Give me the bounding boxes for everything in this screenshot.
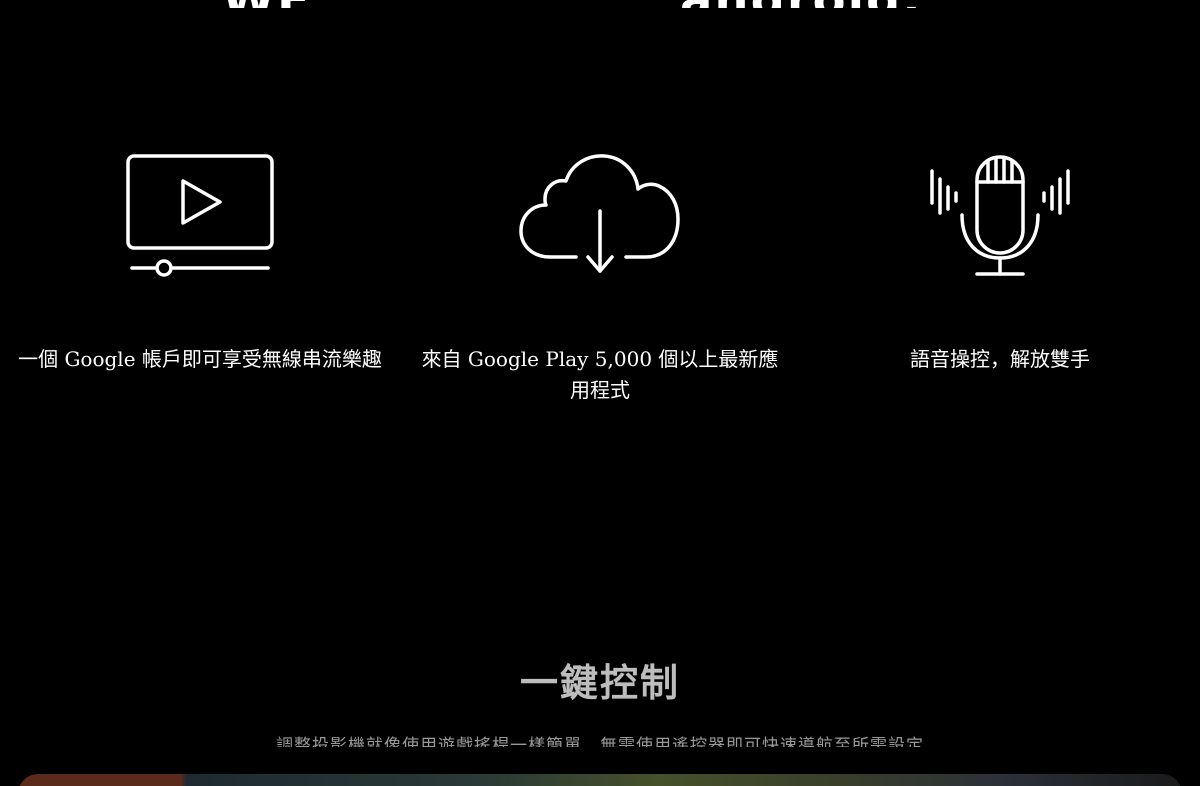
section-subtitle: 調整投影機就像使用遊戲搖桿一樣簡單，無需使用遙控器即可快速導航至所需設定: [276, 736, 924, 747]
video-play-icon: [0, 150, 400, 280]
feature-voice: 語音操控，解放雙手: [800, 150, 1200, 375]
feature-apps: 來自 Google Play 5,000 個以上最新應用程式: [400, 150, 800, 406]
feature-streaming: 一個 Google 帳戶即可享受無線串流樂趣: [0, 150, 400, 375]
voice-microphone-icon: [800, 150, 1200, 280]
cloud-download-icon: [400, 150, 800, 280]
section-subtitle-clip: 調整投影機就像使用遊戲搖桿一樣簡單，無需使用遙控器即可快速導航至所需設定: [0, 736, 1200, 747]
top-heading-cropped: WE android.: [0, 0, 1200, 8]
feature-caption-voice: 語音操控，解放雙手: [910, 347, 1090, 371]
product-image-banner: [18, 774, 1182, 786]
feature-caption-apps: 來自 Google Play 5,000 個以上最新應用程式: [421, 347, 779, 402]
top-heading-left: WE: [222, 0, 312, 8]
top-heading-right: android.: [680, 0, 923, 8]
section-title: 一鍵控制: [519, 661, 680, 705]
feature-caption-streaming: 一個 Google 帳戶即可享受無線串流樂趣: [18, 347, 382, 371]
